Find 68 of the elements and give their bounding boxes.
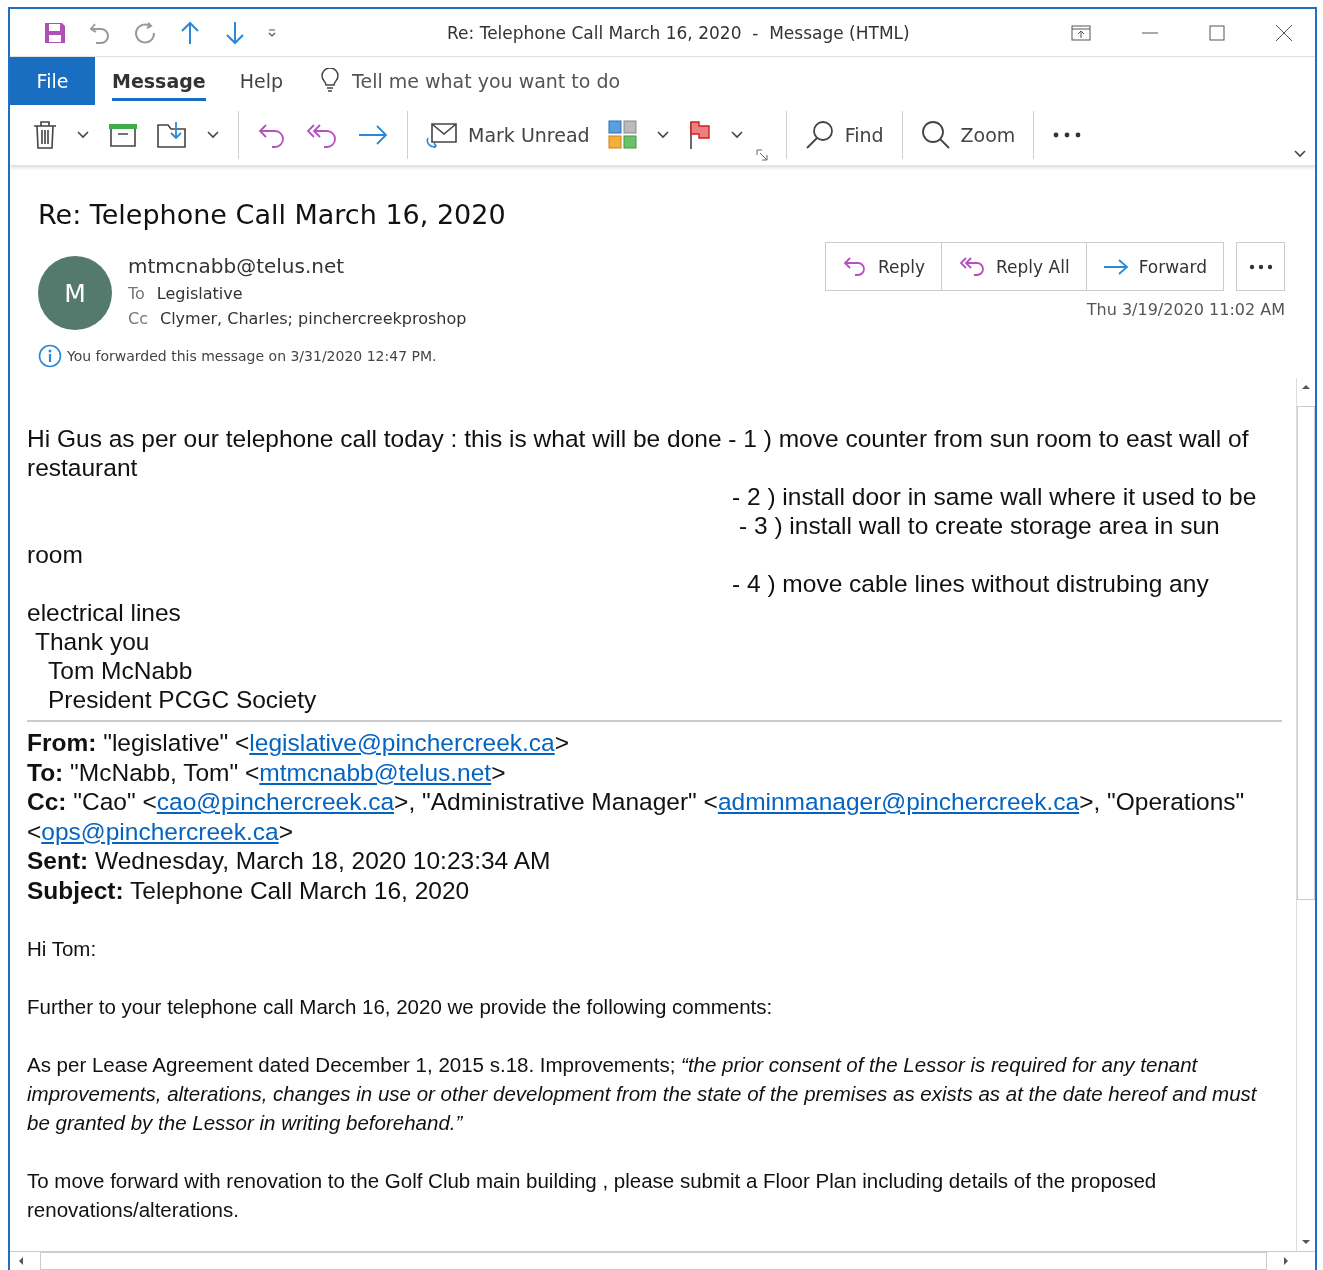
more-icon: [1248, 263, 1273, 270]
quoted-header-field: Sent: Wednesday, March 18, 2020 10:23:34 AM: [27, 846, 1282, 876]
avatar: M: [38, 256, 112, 330]
to-label: To: [128, 284, 145, 303]
lightbulb-icon: [320, 68, 341, 94]
body-text-line: Hi Gus as per our telephone call today : this is what will be done - 1 ) move counter from sun room to east wall of restaurant: [27, 424, 1250, 482]
paragraph: To move forward with renovation to the Golf Club main building , please submit a Floor Plan including details of the proposed renovations/alterations.: [27, 1168, 1158, 1223]
chevron-down-icon[interactable]: [206, 130, 220, 140]
chevron-down-icon[interactable]: [1293, 149, 1307, 159]
ribbon-tab[interactable]: File: [10, 57, 95, 105]
close-icon[interactable]: [1275, 23, 1293, 42]
archive-icon[interactable]: [108, 123, 138, 147]
forwarded-notice: You forwarded this message on 3/31/2020 12:47 PM.: [67, 348, 437, 364]
email-link[interactable]: cao@pinchercreek.ca: [156, 788, 395, 815]
forward-icon: [1102, 256, 1129, 277]
received-date: Thu 3/19/2020 11:02 AM: [1086, 300, 1285, 319]
zoom-button[interactable]: Zoom: [920, 120, 1016, 150]
quoted-header-field: To: "McNabb, Tom" <mtmcnabb@telus.net>: [27, 757, 1282, 787]
reply-icon: [841, 254, 868, 279]
email-link[interactable]: adminmanager@pinchercreek.ca: [717, 788, 1080, 815]
dialog-launcher-icon[interactable]: [755, 149, 768, 161]
info-icon: [38, 344, 62, 368]
body-text-line: electrical lines: [27, 598, 182, 627]
chevron-down-icon[interactable]: [655, 130, 670, 140]
envelope-icon: [426, 121, 458, 149]
body-text-line: President PCGC Society: [47, 685, 318, 714]
quoted-header-field: Subject: Telephone Call March 16, 2020: [27, 875, 1282, 905]
sender-address: mtmcnabb@telus.net: [128, 254, 346, 278]
cc-label: Cc: [128, 309, 148, 328]
search-field[interactable]: Tell me what you want to do: [350, 69, 655, 93]
window-title: Re: Telephone Call March 16, 2020 - Message (HTML): [447, 22, 910, 43]
more-icon[interactable]: [1052, 131, 1083, 139]
paragraph: As per Lease Agreement dated December 1, 2015 s.18. Improvements; “the prior consent of the Lessor is required for any tenant improvements, alterations, changes in use or other development from the state of the premises as exists as at the date hereof and must be granted by the Lessor in writing beforehand.”: [27, 1052, 1258, 1136]
flag-icon[interactable]: [687, 120, 712, 150]
message-subject: Re: Telephone Call March 16, 2020: [38, 199, 507, 230]
redo-icon[interactable]: [132, 19, 158, 46]
search-icon: [804, 120, 835, 150]
chevron-down-icon[interactable]: [76, 130, 90, 140]
body-text-line: Tom McNabb: [47, 656, 194, 685]
categorize-icon[interactable]: [607, 120, 638, 150]
magnifier-icon: [920, 120, 951, 150]
to-recipient: Legislative: [156, 284, 243, 303]
body-text-line: - 4 ) move cable lines without distrubing any: [731, 569, 1210, 598]
horizontal-scrollbar[interactable]: [10, 1251, 1315, 1270]
quoted-header-field: Cc: "Cao" <cao@pinchercreek.ca>, "Administrative Manager" <adminmanager@pinchercreek.ca>, "Operations" <ops@pinchercreek.ca>: [27, 787, 1282, 846]
forward-icon[interactable]: [357, 123, 389, 147]
reply-all-icon: [958, 254, 987, 279]
ribbon-display-icon[interactable]: [1071, 24, 1091, 41]
cc-recipients: Clymer, Charles; pinchercreekproshop: [159, 309, 467, 328]
email-link[interactable]: ops@pinchercreek.ca: [41, 817, 279, 845]
body-text-line: - 3 ) install wall to create storage area in sun: [738, 511, 1221, 540]
email-link[interactable]: mtmcnabb@telus.net: [259, 758, 492, 786]
ribbon-tab[interactable]: Help: [222, 57, 301, 105]
quoted-header-field: From: "legislative" <legislative@pinchercreek.ca>: [27, 728, 1282, 758]
body-text-line: Thank you: [34, 627, 151, 656]
ribbon-tab[interactable]: Message: [95, 57, 223, 105]
find-button[interactable]: Find: [804, 120, 884, 150]
delete-icon[interactable]: [32, 120, 58, 150]
body-text-line: - 2 ) install door in same wall where it used to be: [731, 482, 1258, 511]
mark-unread-button[interactable]: Mark Unread: [426, 121, 590, 149]
paragraph: Further to your telephone call March 16, 2020 we provide the following comments:: [27, 994, 774, 1020]
customize-icon[interactable]: [267, 27, 277, 38]
paragraph: Hi Tom:: [27, 936, 98, 962]
chevron-down-icon[interactable]: [729, 130, 744, 140]
move-icon[interactable]: [156, 120, 188, 150]
email-link[interactable]: legislative@pinchercreek.ca: [249, 729, 555, 756]
body-text-line: room: [27, 540, 84, 569]
vertical-scrollbar[interactable]: [1296, 378, 1315, 1251]
